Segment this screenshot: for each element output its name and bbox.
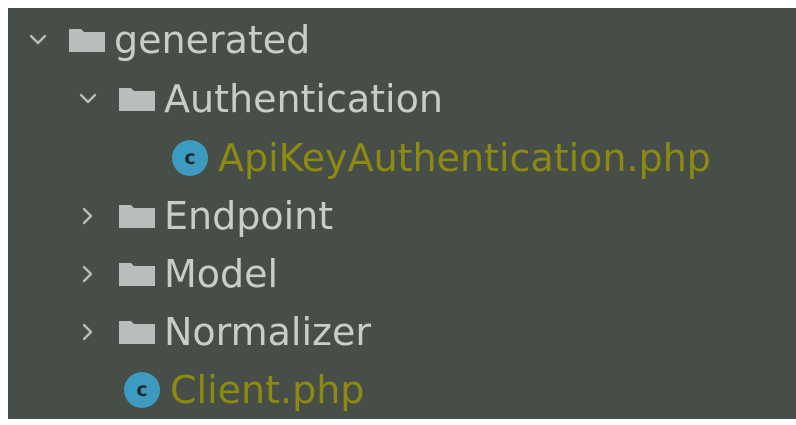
tree-node-generated[interactable]: generated — [26, 11, 310, 69]
tree-file-label: ApiKeyAuthentication.php — [218, 136, 711, 180]
folder-icon — [68, 26, 106, 54]
chevron-right-icon[interactable] — [76, 320, 100, 344]
tree-node-label: Authentication — [164, 77, 443, 121]
php-class-icon: c — [124, 372, 160, 408]
chevron-right-icon[interactable] — [76, 204, 100, 228]
tree-node-label: Endpoint — [164, 194, 334, 238]
tree-file-label: Client.php — [170, 368, 365, 412]
tree-file-client[interactable]: c Client.php — [124, 361, 364, 419]
folder-icon — [118, 202, 156, 230]
tree-node-label: Model — [164, 252, 279, 296]
chevron-right-icon[interactable] — [76, 262, 100, 286]
tree-node-normalizer[interactable]: Normalizer — [76, 303, 371, 361]
chevron-down-icon[interactable] — [26, 28, 50, 52]
tree-node-label: generated — [114, 18, 311, 62]
tree-file-api-key-authentication[interactable]: c ApiKeyAuthentication.php — [172, 129, 711, 187]
project-tree-panel: generated Authentication c ApiKeyAuthent… — [8, 8, 796, 419]
tree-node-model[interactable]: Model — [76, 245, 278, 303]
tree-node-authentication[interactable]: Authentication — [76, 70, 443, 128]
tree-node-label: Normalizer — [164, 310, 371, 354]
folder-icon — [118, 260, 156, 288]
folder-icon — [118, 318, 156, 346]
folder-icon — [118, 85, 156, 113]
php-class-icon: c — [172, 140, 208, 176]
tree-node-endpoint[interactable]: Endpoint — [76, 187, 333, 245]
chevron-down-icon[interactable] — [76, 87, 100, 111]
